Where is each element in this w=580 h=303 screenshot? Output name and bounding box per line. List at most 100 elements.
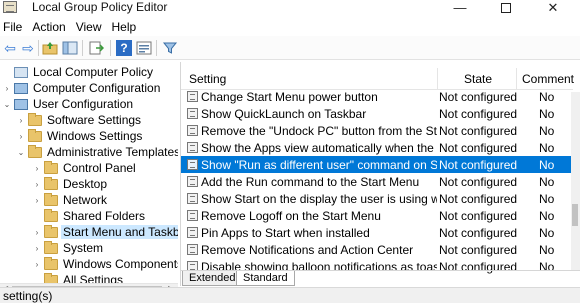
settings-list-pane: Setting State Comment Change Start Menu …	[180, 62, 580, 286]
tree-item-local-computer-policy[interactable]: Local Computer Policy	[2, 64, 153, 80]
scrollbar-thumb[interactable]	[572, 204, 578, 226]
setting-comment: No	[539, 191, 555, 206]
setting-state: Not configured	[439, 89, 518, 104]
setting-state: Not configured	[439, 174, 518, 189]
chevron-right-icon[interactable]: ›	[32, 196, 42, 205]
app-icon	[3, 1, 17, 13]
table-row[interactable]: Remove the "Undock PC" button from the S…	[181, 122, 573, 139]
toolbar-separator	[82, 40, 83, 56]
setting-comment: No	[539, 89, 555, 104]
chevron-down-icon[interactable]: ⌄	[16, 148, 26, 157]
chevron-right-icon[interactable]: ›	[32, 260, 42, 269]
table-row[interactable]: Show QuickLaunch on Taskbar Not configur…	[181, 105, 573, 122]
chevron-right-icon[interactable]: ›	[16, 132, 26, 141]
folder-icon	[44, 192, 58, 206]
tree-item-shared-folders[interactable]: Shared Folders	[32, 208, 145, 224]
tree-item-start-menu-and-taskbar[interactable]: › Start Menu and Taskbar	[32, 224, 178, 240]
tab-standard[interactable]: Standard	[236, 271, 295, 286]
table-row[interactable]: Show Start on the display the user is us…	[181, 190, 573, 207]
menu-action[interactable]: Action	[29, 18, 72, 36]
menu-help[interactable]: Help	[109, 18, 144, 36]
menu-bar: File Action View Help	[0, 18, 580, 36]
export-list-icon[interactable]	[88, 40, 105, 56]
policy-setting-icon	[187, 227, 198, 238]
chevron-right-icon[interactable]: ›	[32, 180, 42, 189]
policy-setting-icon	[187, 210, 198, 221]
table-row[interactable]: Remove Logoff on the Start Menu Not conf…	[181, 207, 573, 224]
tree-item-windows-settings[interactable]: › Windows Settings	[16, 128, 142, 144]
tree-item-label: User Configuration	[33, 97, 134, 111]
chevron-right-icon[interactable]: ›	[2, 84, 12, 93]
table-row-selected[interactable]: Show "Run as different user" command on …	[181, 156, 573, 173]
minimize-button[interactable]: —	[437, 0, 483, 18]
chevron-right-icon[interactable]: ›	[16, 116, 26, 125]
column-header-state[interactable]: State	[464, 68, 492, 90]
back-arrow-icon[interactable]: ⇦	[2, 40, 18, 56]
help-icon[interactable]: ?	[116, 40, 132, 56]
setting-comment: No	[539, 208, 555, 223]
up-folder-icon[interactable]	[42, 40, 58, 56]
status-bar: setting(s)	[0, 287, 580, 303]
tree-item-user-configuration[interactable]: ⌄ User Configuration	[2, 96, 133, 112]
policy-setting-icon	[187, 142, 198, 153]
tree-item-label: Windows Settings	[47, 129, 143, 143]
table-row[interactable]: Show the Apps view automatically when th…	[181, 139, 573, 156]
folder-icon	[44, 176, 58, 190]
menu-file[interactable]: File	[0, 18, 29, 36]
setting-state: Not configured	[439, 242, 518, 257]
title-bar: Local Group Policy Editor — ✕	[0, 0, 580, 18]
chevron-right-icon[interactable]: ›	[32, 164, 42, 173]
setting-comment: No	[539, 225, 555, 240]
maximize-button[interactable]	[483, 0, 529, 18]
tree-item-label: Network	[63, 193, 108, 207]
properties-icon[interactable]	[136, 40, 152, 56]
tree-item-label: All Settings	[63, 273, 124, 283]
tree-item-windows-components[interactable]: › Windows Components	[32, 256, 178, 272]
folder-icon	[44, 256, 58, 270]
toolbar: ⇦ ⇨ ?	[0, 36, 580, 60]
tree-item-administrative-templates[interactable]: ⌄ Administrative Templates	[16, 144, 178, 160]
tree-item-label: Shared Folders	[63, 209, 146, 223]
column-header-comment[interactable]: Comment	[522, 68, 574, 90]
list-vertical-scrollbar[interactable]	[571, 92, 580, 270]
folder-icon	[44, 272, 58, 283]
tree-item-label: Windows Components	[63, 257, 178, 271]
tab-extended[interactable]: Extended	[182, 271, 243, 286]
show-hide-tree-icon[interactable]	[62, 40, 78, 56]
status-text: setting(s)	[3, 289, 53, 303]
tree-item-label: Computer Configuration	[33, 81, 161, 95]
tree-item-label: Control Panel	[63, 161, 136, 175]
setting-state: Not configured	[439, 225, 518, 240]
tree-item-system[interactable]: › System	[32, 240, 103, 256]
table-row[interactable]: Change Start Menu power button Not confi…	[181, 88, 573, 105]
tree-item-network[interactable]: › Network	[32, 192, 107, 208]
tree-item-all-settings[interactable]: All Settings	[32, 272, 123, 283]
filter-icon[interactable]	[162, 40, 178, 56]
close-button[interactable]: ✕	[530, 0, 576, 18]
table-row[interactable]: Add the Run command to the Start Menu No…	[181, 173, 573, 190]
folder-icon	[44, 240, 58, 254]
policy-setting-icon	[187, 91, 198, 102]
chevron-right-icon[interactable]: ›	[32, 244, 42, 253]
setting-name: Change Start Menu power button	[201, 89, 378, 104]
folder-icon	[28, 144, 42, 158]
column-header-setting[interactable]: Setting	[189, 68, 226, 90]
policy-setting-icon	[187, 244, 198, 255]
chevron-right-icon[interactable]: ›	[32, 228, 42, 237]
folder-icon	[28, 128, 42, 142]
table-row[interactable]: Remove Notifications and Action Center N…	[181, 241, 573, 258]
policy-setting-icon	[187, 176, 198, 187]
tree-item-software-settings[interactable]: › Software Settings	[16, 112, 141, 128]
tree-item-control-panel[interactable]: › Control Panel	[32, 160, 136, 176]
computer-icon	[14, 82, 28, 94]
column-separator[interactable]	[516, 68, 517, 90]
column-separator[interactable]	[437, 68, 438, 90]
menu-view[interactable]: View	[73, 18, 109, 36]
setting-name: Show the Apps view automatically when th…	[201, 140, 437, 155]
forward-arrow-icon[interactable]: ⇨	[20, 40, 36, 56]
tree-item-desktop[interactable]: › Desktop	[32, 176, 107, 192]
table-row[interactable]: Pin Apps to Start when installed Not con…	[181, 224, 573, 241]
chevron-down-icon[interactable]: ⌄	[2, 100, 12, 109]
setting-comment: No	[539, 174, 555, 189]
tree-item-computer-configuration[interactable]: › Computer Configuration	[2, 80, 161, 96]
